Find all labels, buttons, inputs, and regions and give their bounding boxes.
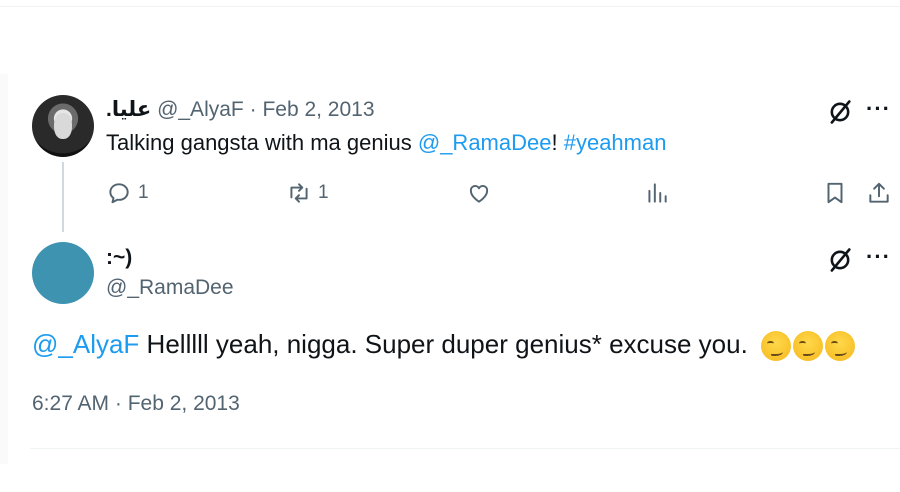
more-icon[interactable]: ··· [866,244,891,270]
share-button[interactable] [866,178,892,208]
bookmark-icon [827,182,843,204]
parent-tweet-header: عليا. @_AlyaF · Feb 2, 2013 [106,96,375,124]
avatar-ramadee[interactable] [32,242,94,304]
emoji-group [761,331,857,362]
reply-mention-link[interactable]: @_AlyaF [32,329,139,359]
views-button[interactable] [644,178,670,208]
like-icon [469,184,489,203]
like-button[interactable] [466,178,492,208]
thread-line [62,162,64,232]
smirk-emoji-icon [761,331,792,362]
left-edge [0,74,8,464]
reply-tweet-text: @_AlyaF Helllll yeah, nigga. Super duper… [32,326,857,362]
reply-handle[interactable]: @_RamaDee [106,274,234,302]
hashtag-link[interactable]: #yeahman [564,130,667,155]
retweet-icon [290,183,308,203]
retweet-count: 1 [318,182,329,203]
grok-icon[interactable] [826,98,854,126]
parent-text-before: Talking gangsta with ma genius [106,130,418,155]
parent-mention-link[interactable]: @_RamaDee [418,130,552,155]
bottom-divider [30,448,900,449]
parent-text-between: ! [551,130,564,155]
parent-handle[interactable]: @_AlyaF [157,98,244,121]
reply-icon [109,183,129,204]
parent-date[interactable]: Feb 2, 2013 [262,98,374,121]
smirk-emoji-icon [793,331,824,362]
parent-tweet-text: Talking gangsta with ma genius @_RamaDee… [106,128,666,158]
reply-button[interactable]: 1 [106,178,149,208]
grok-icon[interactable] [826,246,854,274]
bookmark-button[interactable] [822,178,848,208]
share-icon [869,182,889,203]
top-divider [0,6,900,7]
reply-count: 1 [138,182,149,203]
smirk-emoji-icon [825,331,856,362]
parent-separator: · [249,98,257,121]
views-icon [648,183,667,203]
more-icon[interactable]: ··· [866,96,891,122]
reply-timestamp[interactable]: 6:27 AM · Feb 2, 2013 [32,390,240,418]
avatar-alyaf[interactable] [32,95,94,157]
reply-display-name[interactable]: :~) [106,244,132,272]
reply-body-text: Helllll yeah, nigga. Super duper genius*… [139,329,756,359]
parent-display-name[interactable]: عليا. [106,98,151,121]
retweet-button[interactable]: 1 [286,178,329,208]
